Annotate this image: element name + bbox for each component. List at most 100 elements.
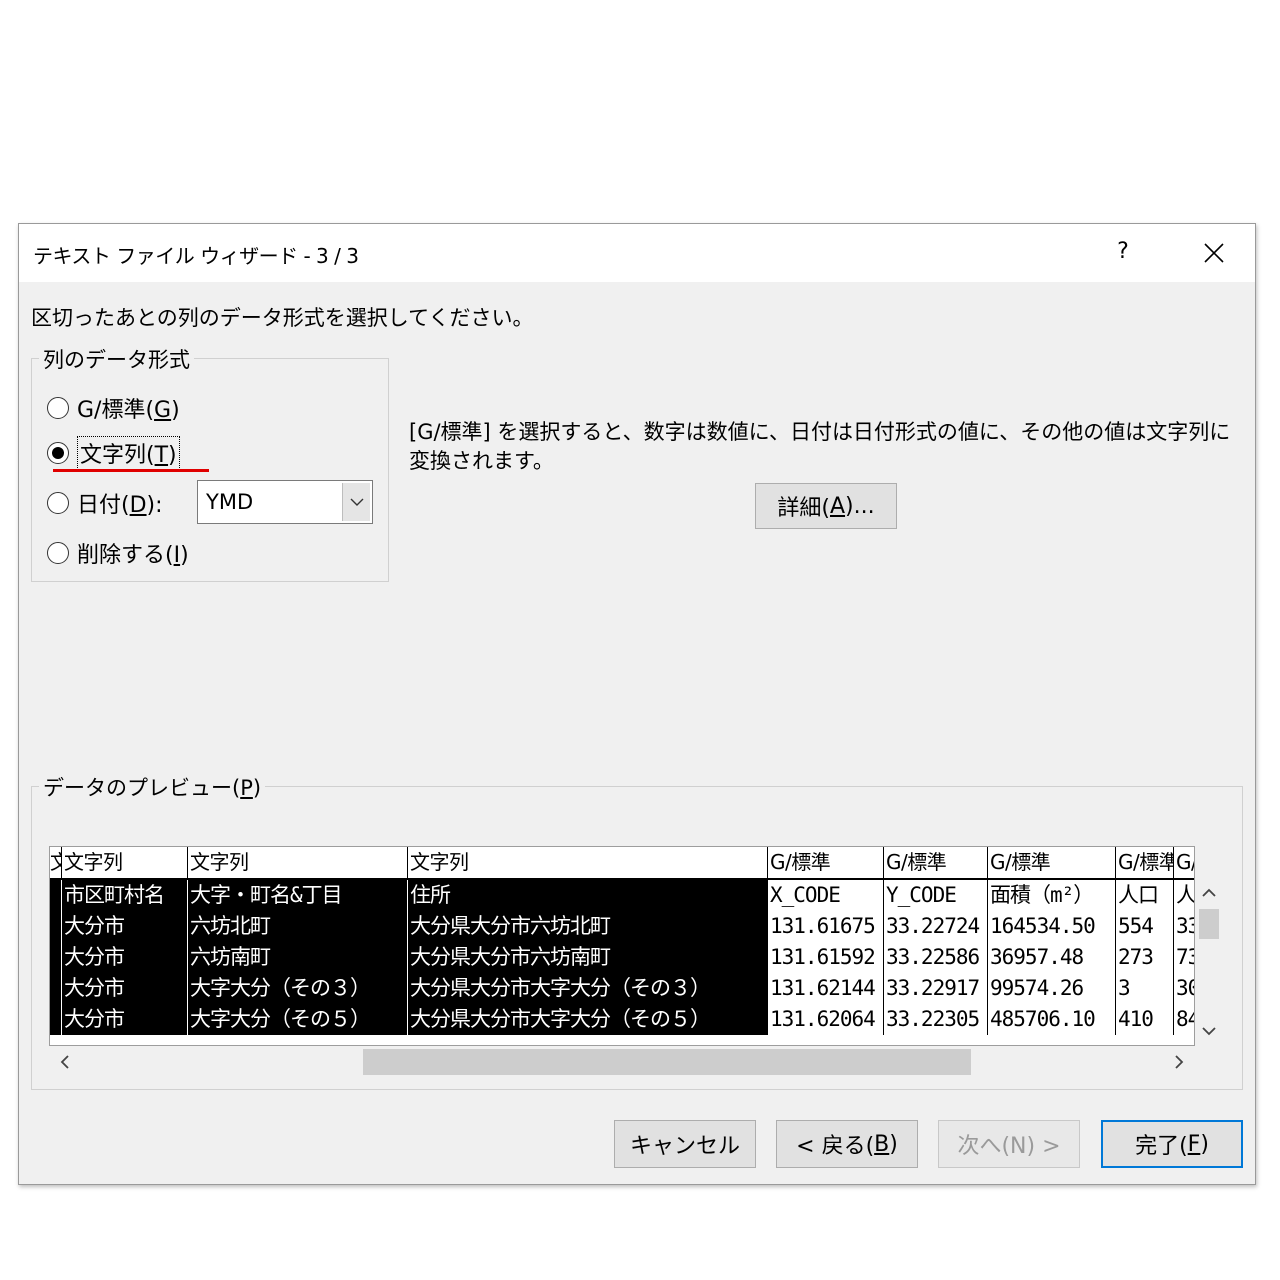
table-cell[interactable]: 市区町村名 [62, 880, 188, 911]
scroll-left-button[interactable] [51, 1046, 79, 1078]
table-cell[interactable]: 131.62144 [768, 973, 884, 1004]
table-cell[interactable]: 大分市 [62, 911, 188, 942]
table-cell[interactable]: 273 [1116, 942, 1174, 973]
table-cell[interactable]: 人口 [1116, 880, 1174, 911]
scroll-right-button[interactable] [1165, 1046, 1193, 1078]
preview-horizontal-scrollbar[interactable] [49, 1046, 1195, 1078]
table-cell[interactable]: Y_CODE [884, 880, 988, 911]
chevron-down-icon [1202, 1027, 1216, 1036]
table-cell[interactable] [50, 880, 62, 911]
next-button[interactable]: 次へ(N) > [938, 1120, 1080, 1168]
table-cell[interactable]: 84 [1174, 1004, 1194, 1035]
close-button[interactable] [1189, 232, 1239, 272]
chevron-left-icon [60, 1055, 69, 1069]
table-cell[interactable]: 人 [1174, 880, 1194, 911]
column-type-1[interactable]: 文字列 [62, 847, 188, 878]
table-cell[interactable]: 大分県大分市大字大分（その３） [408, 973, 768, 1004]
table-cell[interactable]: 131.61592 [768, 942, 884, 973]
window-title: テキスト ファイル ウィザード - 3 / 3 [33, 244, 359, 268]
table-row: 市区町村名 大字・町名&丁目 住所 X_CODE Y_CODE 面積（m²） 人口人 [50, 880, 1194, 911]
column-type-2[interactable]: 文字列 [188, 847, 408, 878]
radio-general[interactable]: G/標準(G) [47, 391, 180, 425]
date-format-value: YMD [206, 490, 254, 514]
table-cell[interactable] [50, 911, 62, 942]
table-cell[interactable] [50, 973, 62, 1004]
radio-date-label: 日付(D): [77, 493, 163, 518]
text-import-wizard-dialog: テキスト ファイル ウィザード - 3 / 3 ? 区切ったあとの列のデータ形式… [18, 223, 1256, 1185]
table-cell[interactable] [50, 1004, 62, 1035]
radio-circle [47, 542, 69, 564]
column-type-5[interactable]: G/標準 [884, 847, 988, 878]
table-cell[interactable]: 3 [1116, 973, 1174, 1004]
column-type-0[interactable]: 文字列 [50, 847, 62, 878]
table-cell[interactable]: 131.61675 [768, 911, 884, 942]
help-button[interactable]: ? [1103, 232, 1143, 272]
table-cell[interactable]: 大分県大分市六坊南町 [408, 942, 768, 973]
table-cell[interactable]: 485706.10 [988, 1004, 1116, 1035]
radio-circle [47, 492, 69, 514]
table-cell[interactable]: 六坊南町 [188, 942, 408, 973]
table-cell[interactable]: 大分市 [62, 1004, 188, 1035]
table-cell[interactable]: 36957.48 [988, 942, 1116, 973]
table-cell[interactable]: 大分県大分市六坊北町 [408, 911, 768, 942]
scroll-down-button[interactable] [1195, 1019, 1223, 1043]
column-type-4[interactable]: G/標準 [768, 847, 884, 878]
table-cell[interactable]: 面積（m²） [988, 880, 1116, 911]
chevron-up-icon [1202, 888, 1216, 897]
table-cell[interactable]: 554 [1116, 911, 1174, 942]
table-cell[interactable]: 73 [1174, 942, 1194, 973]
horizontal-scroll-thumb[interactable] [363, 1049, 971, 1075]
table-cell[interactable]: 大分市 [62, 973, 188, 1004]
column-format-legend: 列のデータ形式 [39, 344, 194, 374]
advanced-button[interactable]: 詳細(A)... [755, 483, 897, 529]
radio-skip[interactable]: 削除する(I) [47, 536, 189, 570]
radio-circle [47, 397, 69, 419]
finish-button[interactable]: 完了(F) [1101, 1120, 1243, 1168]
data-preview-table[interactable]: 文字列 文字列 文字列 文字列 G/標準 G/標準 G/標準 G/標準 G/ 市… [49, 846, 1195, 1046]
cancel-button[interactable]: キャンセル [614, 1120, 756, 1168]
title-bar[interactable]: テキスト ファイル ウィザード - 3 / 3 ? [19, 224, 1255, 282]
table-cell[interactable]: 大字・町名&丁目 [188, 880, 408, 911]
preview-header-row: 文字列 文字列 文字列 文字列 G/標準 G/標準 G/標準 G/標準 G/ [50, 847, 1194, 880]
table-cell[interactable]: 99574.26 [988, 973, 1116, 1004]
table-cell[interactable]: X_CODE [768, 880, 884, 911]
annotation-underline [53, 469, 209, 472]
date-format-select[interactable]: YMD [197, 480, 373, 524]
radio-general-label: G/標準(G) [77, 398, 180, 423]
table-cell[interactable]: 大字大分（その５） [188, 1004, 408, 1035]
radio-text-label: 文字列(T) [77, 436, 180, 470]
table-cell[interactable]: 33.22917 [884, 973, 988, 1004]
table-cell[interactable]: 33.22305 [884, 1004, 988, 1035]
table-cell[interactable]: 30 [1174, 973, 1194, 1004]
table-cell[interactable]: 131.62064 [768, 1004, 884, 1035]
table-row: 大分市 六坊南町 大分県大分市六坊南町 131.61592 33.22586 36957.… [50, 942, 1194, 973]
radio-skip-label: 削除する(I) [77, 543, 189, 568]
table-cell[interactable]: 33 [1174, 911, 1194, 942]
table-cell[interactable]: 大分市 [62, 942, 188, 973]
table-cell[interactable]: 大字大分（その３） [188, 973, 408, 1004]
help-icon: ? [1117, 239, 1129, 264]
table-cell[interactable]: 大分県大分市大字大分（その５） [408, 1004, 768, 1035]
table-cell[interactable]: 410 [1116, 1004, 1174, 1035]
chevron-down-icon [350, 498, 363, 506]
table-cell[interactable]: 164534.50 [988, 911, 1116, 942]
column-type-6[interactable]: G/標準 [988, 847, 1116, 878]
table-cell[interactable]: 33.22724 [884, 911, 988, 942]
chevron-right-icon [1175, 1055, 1184, 1069]
scroll-up-button[interactable] [1195, 881, 1223, 905]
column-type-3[interactable]: 文字列 [408, 847, 768, 878]
radio-text[interactable]: 文字列(T) [47, 436, 180, 470]
preview-vertical-scrollbar[interactable] [1195, 879, 1223, 1045]
vertical-scroll-thumb[interactable] [1199, 909, 1219, 939]
close-icon [1204, 242, 1224, 263]
radio-date[interactable]: 日付(D): [47, 486, 163, 520]
column-type-7[interactable]: G/標準 [1116, 847, 1174, 878]
back-button[interactable]: < 戻る(B) [776, 1120, 918, 1168]
table-row: 大分市 六坊北町 大分県大分市六坊北町 131.61675 33.22724 164534… [50, 911, 1194, 942]
table-cell[interactable]: 33.22586 [884, 942, 988, 973]
dropdown-button[interactable] [342, 483, 370, 521]
column-type-8[interactable]: G/ [1174, 847, 1194, 878]
table-cell[interactable] [50, 942, 62, 973]
table-cell[interactable]: 六坊北町 [188, 911, 408, 942]
table-cell[interactable]: 住所 [408, 880, 768, 911]
